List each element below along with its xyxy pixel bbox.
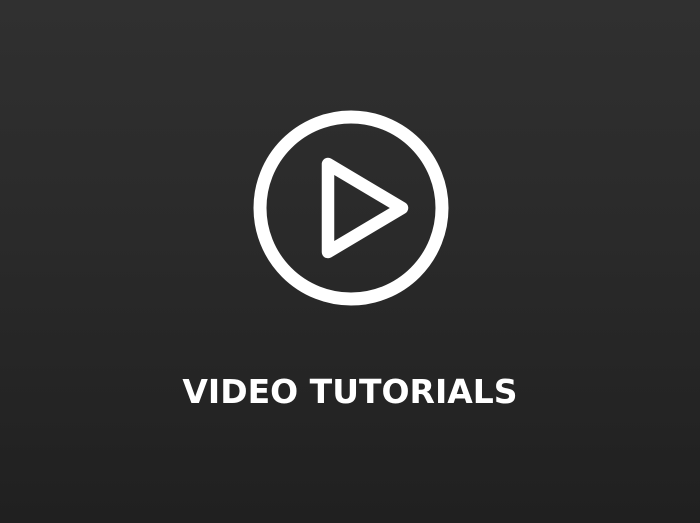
play-circle-icon[interactable]	[252, 109, 450, 307]
video-tutorials-card[interactable]: VIDEO TUTORIALS	[0, 0, 700, 523]
video-tutorials-label: VIDEO TUTORIALS	[182, 372, 518, 411]
